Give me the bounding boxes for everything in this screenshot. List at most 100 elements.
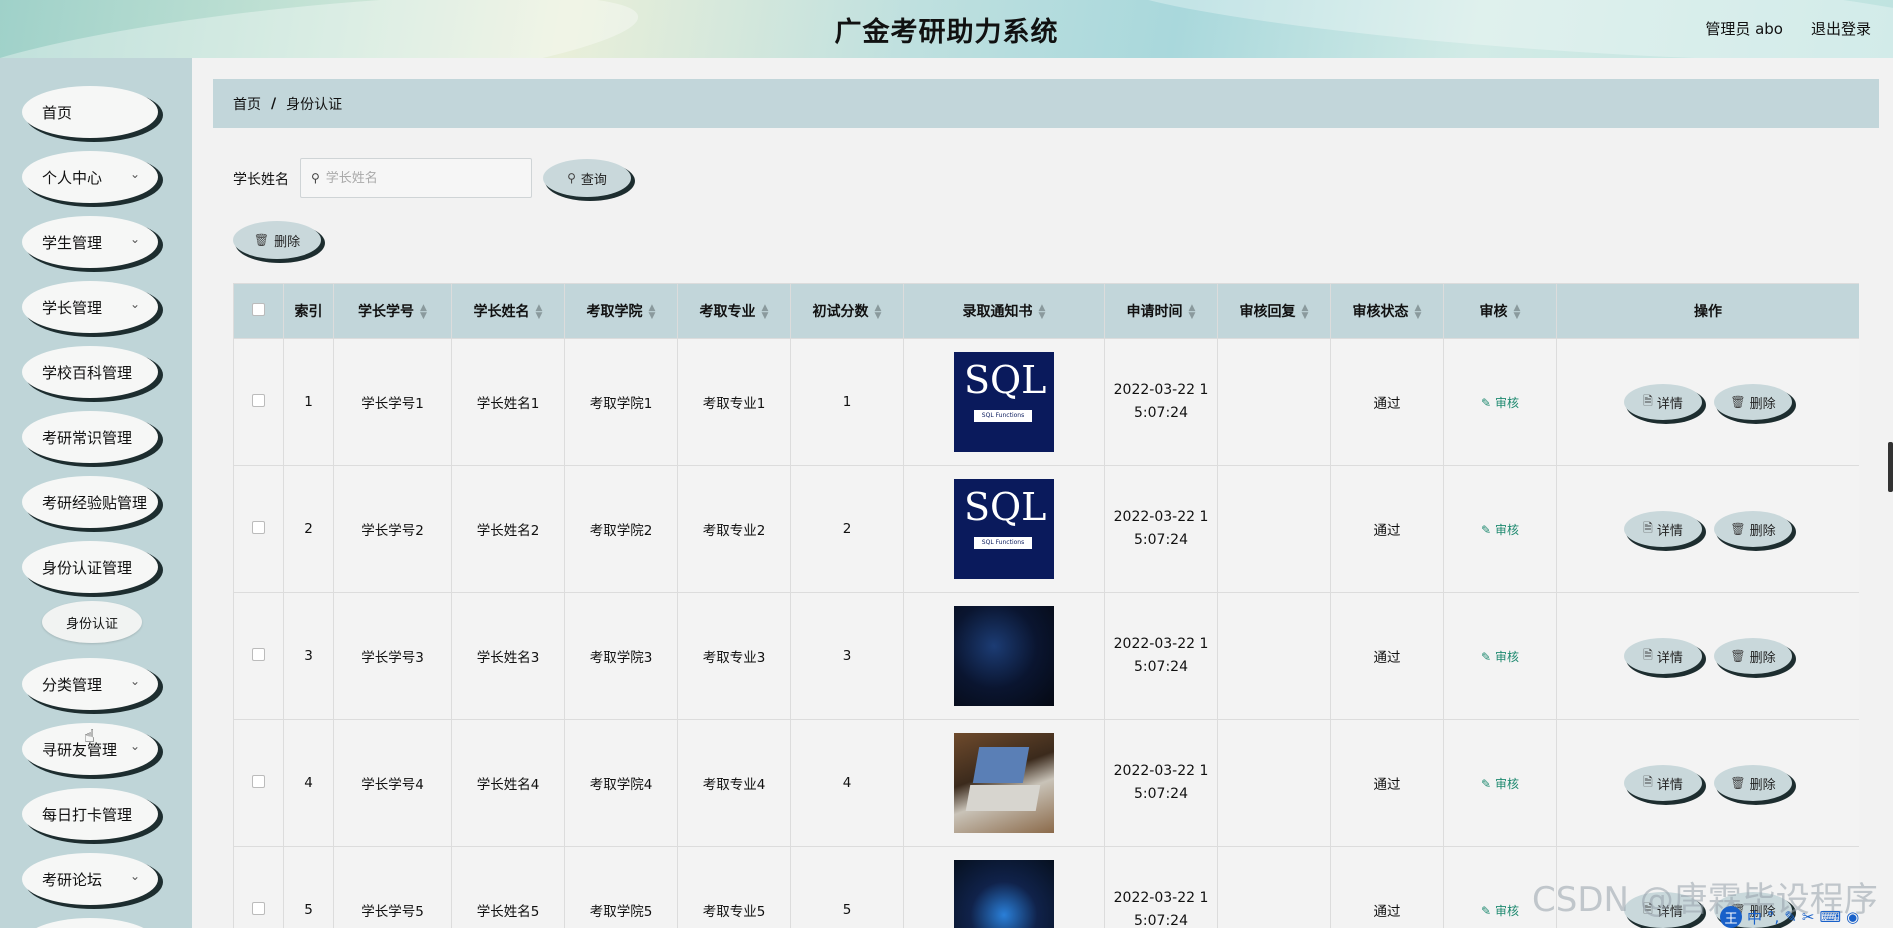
row-checkbox[interactable] (252, 520, 265, 534)
select-all-checkbox[interactable] (252, 302, 265, 316)
row-checkbox[interactable] (252, 393, 265, 407)
delete-label: 删除 (1749, 523, 1776, 539)
chevron-down-icon: ⌄ (129, 739, 140, 753)
sidebar-item-categories[interactable]: 分类管理 ⌄ (22, 658, 158, 710)
col-header[interactable]: 审核回复 ▲ ▼ (1217, 283, 1331, 339)
sidebar-subitem-identity[interactable]: 身份认证 (42, 601, 142, 643)
col-header[interactable]: 学长学号 ▲ ▼ (333, 283, 452, 339)
sidebar-item-more[interactable] (22, 918, 158, 928)
cell-audit: ✎ 审核 (1443, 719, 1557, 847)
delete-button[interactable]: 🗑删除 (1714, 511, 1792, 547)
audit-link[interactable]: ✎ 审核 (1481, 777, 1519, 791)
table-header-row: 索引 学长学号 ▲ ▼ 学长姓名 ▲ ▼ 考取学院 ▲ ▼ 考取专业 ▲ ▼ 初试分数 ▲ ▼ 录取… (233, 283, 1859, 339)
sidebar-item-experience-posts[interactable]: 考研经验贴管理 (22, 476, 158, 528)
sidebar-item-seniors[interactable]: 学长管理 ⌄ (22, 281, 158, 333)
punctuation-icon[interactable]: °, (1767, 908, 1779, 926)
audit-link[interactable]: ✎ 审核 (1481, 650, 1519, 664)
audit-label: 审核 (1494, 903, 1519, 918)
cell-major: 考取专业1 (677, 338, 791, 466)
cell-score: 1 (790, 338, 904, 466)
sidebar-subitem-label: 身份认证 (65, 616, 118, 632)
detail-button[interactable]: 🗎 详情 (1624, 638, 1702, 674)
sort-icon[interactable]: ▲ ▼ (420, 304, 427, 321)
document-icon: 🗎 (1643, 647, 1653, 662)
edit-icon: ✎ (1481, 522, 1492, 537)
scissors-icon[interactable]: ✂ (1802, 908, 1815, 926)
sidebar-item-personal-center[interactable]: 个人中心 ⌄ (22, 151, 158, 203)
admission-letter-image[interactable]: SQL SQL Functions (954, 479, 1054, 579)
cell-apply-time: 2022-03-22 1 5:07:24 (1104, 719, 1218, 847)
cell-apply-time: 2022-03-22 1 5:07:24 (1104, 592, 1218, 720)
delete-button[interactable]: 🗑删除 (1714, 638, 1792, 674)
audit-link[interactable]: ✎ 审核 (1481, 396, 1519, 410)
sort-icon[interactable]: ▲ ▼ (649, 304, 656, 321)
cell-college: 考取学院3 (564, 592, 678, 720)
breadcrumb-home[interactable]: 首页 (233, 94, 261, 114)
sidebar-item-exam-knowledge[interactable]: 考研常识管理 (22, 411, 158, 463)
admission-letter-image[interactable]: SQL SQL Functions (954, 352, 1054, 452)
delete-button[interactable]: 🗑删除 (1714, 765, 1792, 801)
breadcrumb-current: 身份认证 (286, 96, 343, 113)
col-header[interactable]: 考取学院 ▲ ▼ (564, 283, 678, 339)
detail-label: 详情 (1656, 650, 1683, 666)
cell-index: 5 (283, 846, 334, 928)
cell-index: 4 (283, 719, 334, 847)
sidebar-item-students[interactable]: 学生管理 ⌄ (22, 216, 158, 268)
sort-icon[interactable]: ▲ ▼ (762, 304, 769, 321)
detail-button[interactable]: 🗎 详情 (1624, 511, 1702, 547)
col-header[interactable]: 考取专业 ▲ ▼ (677, 283, 791, 339)
ime-language[interactable]: 中 (1747, 907, 1762, 928)
keyboard-icon[interactable]: ⌨ (1819, 908, 1841, 926)
admission-letter-image[interactable] (954, 860, 1054, 928)
pen-icon[interactable]: ✎ (1784, 908, 1797, 926)
sort-icon[interactable]: ▲ ▼ (1514, 304, 1521, 321)
sidebar-item-label: 考研论坛 (42, 870, 103, 889)
row-checkbox[interactable] (252, 647, 265, 661)
col-header-label: 申请时间 (1126, 304, 1183, 320)
audit-link[interactable]: ✎ 审核 (1481, 904, 1519, 918)
sidebar-item-identity-verification[interactable]: 身份认证管理 (22, 541, 158, 593)
ime-logo-icon[interactable]: 王 (1720, 906, 1742, 928)
row-checkbox[interactable] (252, 774, 265, 788)
shirt-icon[interactable]: ◉ (1846, 908, 1859, 926)
cell-major: 考取专业3 (677, 592, 791, 720)
sort-icon[interactable]: ▲ ▼ (1302, 304, 1309, 321)
data-table-container: 索引 学长学号 ▲ ▼ 学长姓名 ▲ ▼ 考取学院 ▲ ▼ 考取专业 ▲ ▼ 初试分数 ▲ ▼ 录取… (233, 283, 1859, 928)
col-header[interactable]: 申请时间 ▲ ▼ (1104, 283, 1218, 339)
audit-link[interactable]: ✎ 审核 (1481, 523, 1519, 537)
ime-toolbar[interactable]: 王 中 °, ✎ ✂ ⌨ ◉ (1720, 906, 1890, 928)
search-input[interactable] (325, 170, 516, 186)
batch-delete-button[interactable]: 🗑 删除 (233, 221, 321, 259)
sort-icon[interactable]: ▲ ▼ (1415, 304, 1422, 321)
cell-index: 1 (283, 338, 334, 466)
sort-icon[interactable]: ▲ ▼ (875, 304, 882, 321)
cell-admission-letter (903, 846, 1105, 928)
app-title: 广金考研助力系统 (834, 17, 1059, 48)
col-header[interactable]: 录取通知书 ▲ ▼ (903, 283, 1105, 339)
col-header[interactable]: 审核 ▲ ▼ (1443, 283, 1557, 339)
sidebar-item-home[interactable]: 首页 (22, 86, 158, 138)
col-header[interactable]: 初试分数 ▲ ▼ (790, 283, 904, 339)
col-header[interactable]: 学长姓名 ▲ ▼ (451, 283, 565, 339)
admission-letter-image[interactable] (954, 606, 1054, 706)
search-field[interactable]: ⚲ (300, 158, 532, 198)
detail-button[interactable]: 🗎 详情 (1624, 384, 1702, 420)
sort-icon[interactable]: ▲ ▼ (536, 304, 543, 321)
sidebar-item-school-wiki[interactable]: 学校百科管理 (22, 346, 158, 398)
query-button[interactable]: ⚲ 查询 (543, 159, 631, 197)
admission-letter-image[interactable] (954, 733, 1054, 833)
page-scrollbar[interactable] (1888, 442, 1893, 492)
col-header[interactable]: 审核状态 ▲ ▼ (1330, 283, 1444, 339)
cell-score: 3 (790, 592, 904, 720)
row-checkbox[interactable] (252, 901, 265, 915)
trash-icon: 🗑 (1730, 395, 1746, 409)
sidebar-item-daily-checkin[interactable]: 每日打卡管理 (22, 788, 158, 840)
edit-icon: ✎ (1481, 395, 1492, 410)
cell-college: 考取学院2 (564, 465, 678, 593)
sidebar-item-forum[interactable]: 考研论坛 ⌄ (22, 853, 158, 905)
detail-button[interactable]: 🗎 详情 (1624, 765, 1702, 801)
delete-button[interactable]: 🗑删除 (1714, 384, 1792, 420)
logout-link[interactable]: 退出登录 (1811, 18, 1871, 39)
sort-icon[interactable]: ▲ ▼ (1039, 304, 1046, 321)
sort-icon[interactable]: ▲ ▼ (1189, 304, 1196, 321)
